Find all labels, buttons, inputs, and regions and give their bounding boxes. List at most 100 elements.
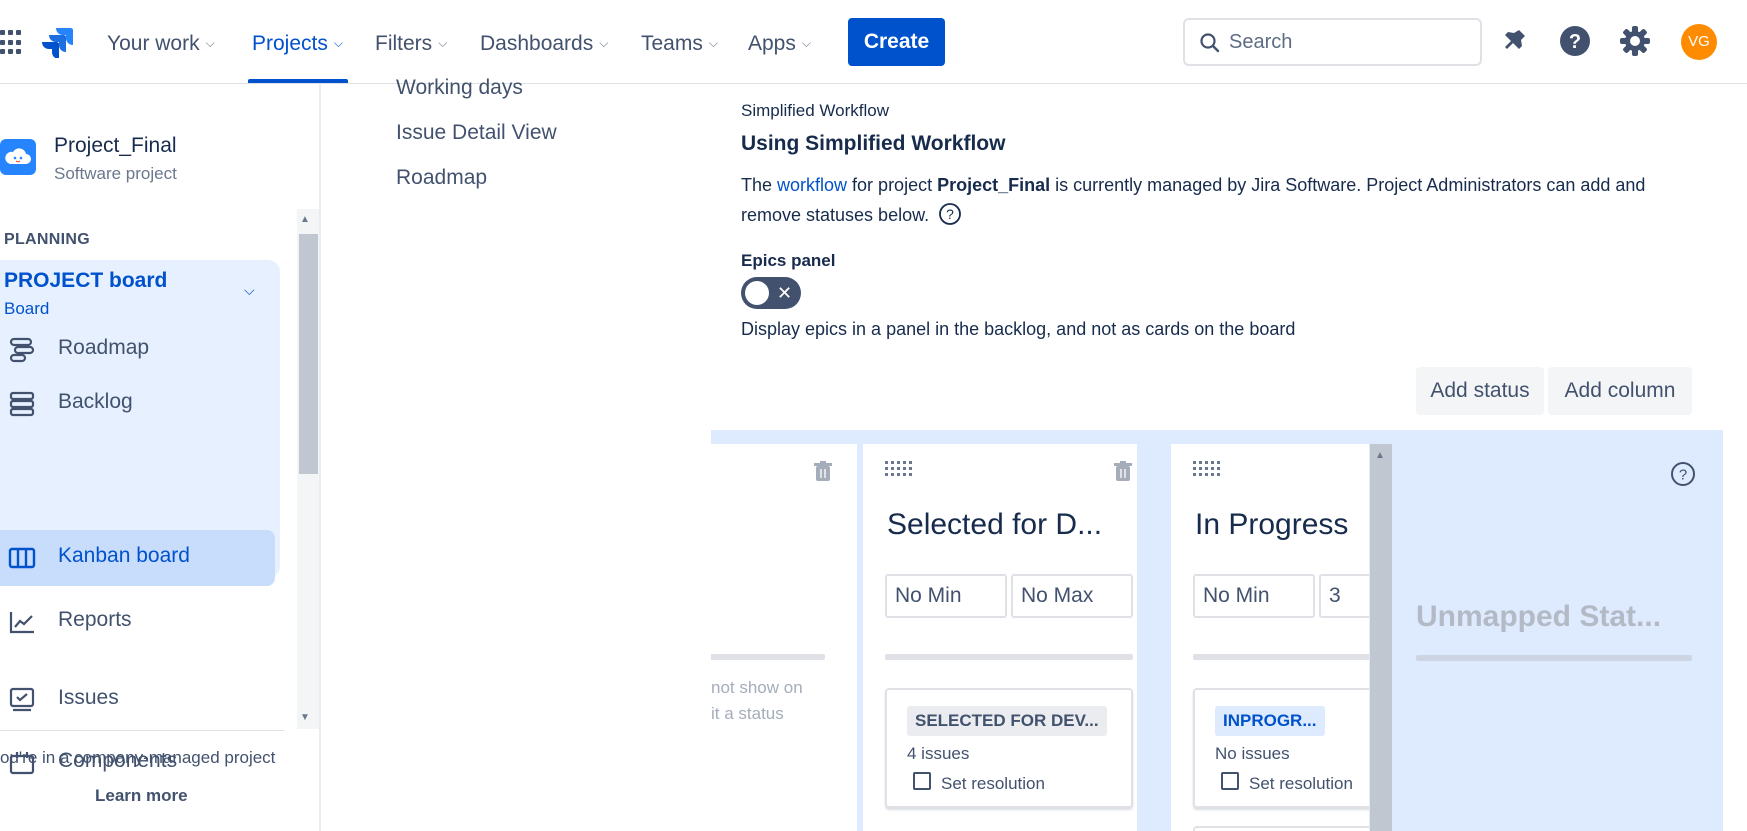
set-resolution-label: Set resolution (1249, 774, 1353, 793)
set-resolution-checkbox[interactable] (913, 772, 931, 790)
settings-gear-icon[interactable] (1618, 24, 1652, 58)
learn-more-link[interactable]: Learn more (95, 786, 188, 806)
nav-projects[interactable]: Projects ⌵ (252, 28, 343, 58)
status-lozenge: INPROGR... (1215, 706, 1325, 736)
column-max-input[interactable]: 3 (1319, 574, 1369, 618)
chevron-down-icon: ⌵ (333, 36, 343, 50)
scroll-down-arrow-icon[interactable]: ▼ (300, 712, 310, 723)
column-divider (711, 654, 825, 660)
scroll-up-arrow-icon[interactable]: ▲ (1375, 450, 1385, 461)
sidebar-item-backlog[interactable]: Backlog (0, 376, 275, 432)
trash-icon[interactable] (1113, 460, 1133, 482)
nav-label: Projects (252, 32, 328, 55)
project-type: Software project (54, 164, 177, 183)
scroll-up-arrow-icon[interactable]: ▲ (300, 214, 310, 225)
set-resolution-checkbox[interactable] (1221, 772, 1239, 790)
close-icon: ✕ (777, 283, 793, 303)
roadmap-icon (9, 337, 35, 363)
desc-text: The (741, 175, 778, 195)
settings-nav-working-days[interactable]: Working days (396, 76, 523, 100)
column-min-input[interactable]: No Min (1193, 574, 1315, 618)
column-divider (1416, 655, 1692, 661)
sidebar-item-issues[interactable]: Issues (0, 672, 275, 728)
user-avatar[interactable]: VG (1681, 24, 1717, 60)
workflow-description: The workflow for project Project_Final i… (741, 170, 1661, 230)
status-card[interactable] (1193, 826, 1369, 831)
jira-logo[interactable] (40, 26, 74, 58)
nav-apps[interactable]: Apps ⌵ (748, 28, 811, 58)
desc-text: for project (847, 175, 938, 195)
top-navigation: Your work ⌵ Projects ⌵ Filters ⌵ Dashboards… (0, 0, 1747, 84)
toggle-knob (745, 281, 769, 305)
nav-dashboards[interactable]: Dashboards ⌵ (480, 28, 608, 58)
chevron-down-icon: ⌵ (599, 36, 609, 50)
sidebar-item-kanban-board[interactable]: Kanban board (0, 530, 275, 586)
nav-label: Your work (107, 32, 200, 55)
settings-nav-roadmap[interactable]: Roadmap (396, 166, 487, 190)
workflow-section-label: Simplified Workflow (741, 101, 890, 120)
search-icon (1200, 33, 1220, 53)
company-managed-note: ou're in a company-managed project (0, 748, 276, 767)
help-circle-icon[interactable]: ? (938, 202, 962, 226)
status-card[interactable]: SELECTED FOR DEV... 4 issues Set resolut… (885, 688, 1133, 808)
app-switcher-icon[interactable] (0, 30, 21, 56)
nav-filters[interactable]: Filters ⌵ (375, 28, 447, 58)
column-title[interactable]: Selected for D... (887, 508, 1102, 542)
project-sidebar: Project_Final Software project ▲ ▼ PLANN… (0, 84, 321, 831)
planning-section-label: PLANNING (4, 231, 90, 248)
sidebar-item-reports[interactable]: Reports (0, 594, 275, 650)
column-divider (885, 654, 1133, 660)
workflow-link[interactable]: workflow (777, 175, 847, 195)
issues-count: No issues (1215, 744, 1290, 763)
column-max-input[interactable]: No Max (1011, 574, 1133, 618)
help-circle-icon[interactable]: ? (1670, 461, 1696, 487)
backlog-icon (9, 391, 35, 417)
chevron-down-icon[interactable]: ⌵ (244, 282, 255, 299)
sidebar-item-label: Issues (58, 686, 119, 709)
issues-icon (9, 687, 35, 712)
drag-handle-icon[interactable] (1193, 460, 1223, 476)
board-column-selected-for-development[interactable]: Selected for D... No Min No Max SELECTED… (863, 444, 1137, 831)
notifications-icon[interactable] (1497, 24, 1531, 58)
settings-nav-issue-detail-view[interactable]: Issue Detail View (396, 121, 557, 145)
column-hint-text: not show on (711, 678, 803, 697)
trash-icon[interactable] (813, 460, 833, 482)
column-divider (1193, 654, 1369, 660)
board-switcher[interactable]: PROJECT board (4, 269, 167, 293)
search-field[interactable] (1183, 18, 1482, 66)
column-title[interactable]: In Progress (1195, 508, 1348, 542)
project-name-bold: Project_Final (937, 175, 1051, 195)
status-card[interactable]: INPROGR... No issues Set resolution (1193, 688, 1369, 808)
nav-label: Teams (641, 32, 703, 55)
unmapped-statuses-title: Unmapped Stat... (1416, 600, 1662, 633)
reports-icon (9, 612, 34, 634)
board-column-partial: not show on it a status (711, 444, 857, 831)
sidebar-item-label: Kanban board (58, 544, 190, 567)
nav-label: Dashboards (480, 32, 594, 55)
board-type-label: Board (4, 299, 50, 318)
board-vertical-scrollbar[interactable] (1370, 444, 1392, 831)
chevron-down-icon: ⌵ (708, 36, 718, 50)
sidebar-item-roadmap[interactable]: Roadmap (0, 322, 275, 378)
epics-panel-toggle[interactable]: ✕ (741, 277, 801, 309)
sidebar-item-label: Roadmap (58, 336, 150, 359)
chevron-down-icon: ⌵ (801, 36, 811, 50)
sidebar-item-label: Backlog (58, 390, 133, 413)
chevron-down-icon: ⌵ (205, 36, 215, 50)
column-min-input[interactable]: No Min (885, 574, 1007, 618)
add-column-button[interactable]: Add column (1548, 367, 1692, 415)
svg-text:?: ? (1569, 31, 1581, 53)
issues-count: 4 issues (907, 744, 970, 763)
drag-handle-icon[interactable] (885, 460, 915, 476)
sidebar-scrollbar-thumb[interactable] (299, 234, 318, 474)
search-input[interactable] (1229, 28, 1469, 56)
nav-your-work[interactable]: Your work ⌵ (107, 28, 215, 58)
help-icon[interactable]: ? (1558, 24, 1592, 58)
project-name[interactable]: Project_Final (54, 134, 177, 158)
create-button[interactable]: Create (848, 18, 945, 66)
board-column-in-progress[interactable]: In Progress No Min 3 INPROGR... No issue… (1171, 444, 1369, 831)
workflow-heading: Using Simplified Workflow (741, 132, 1006, 155)
add-status-button[interactable]: Add status (1416, 367, 1544, 415)
divider (0, 730, 284, 731)
nav-teams[interactable]: Teams ⌵ (641, 28, 718, 58)
